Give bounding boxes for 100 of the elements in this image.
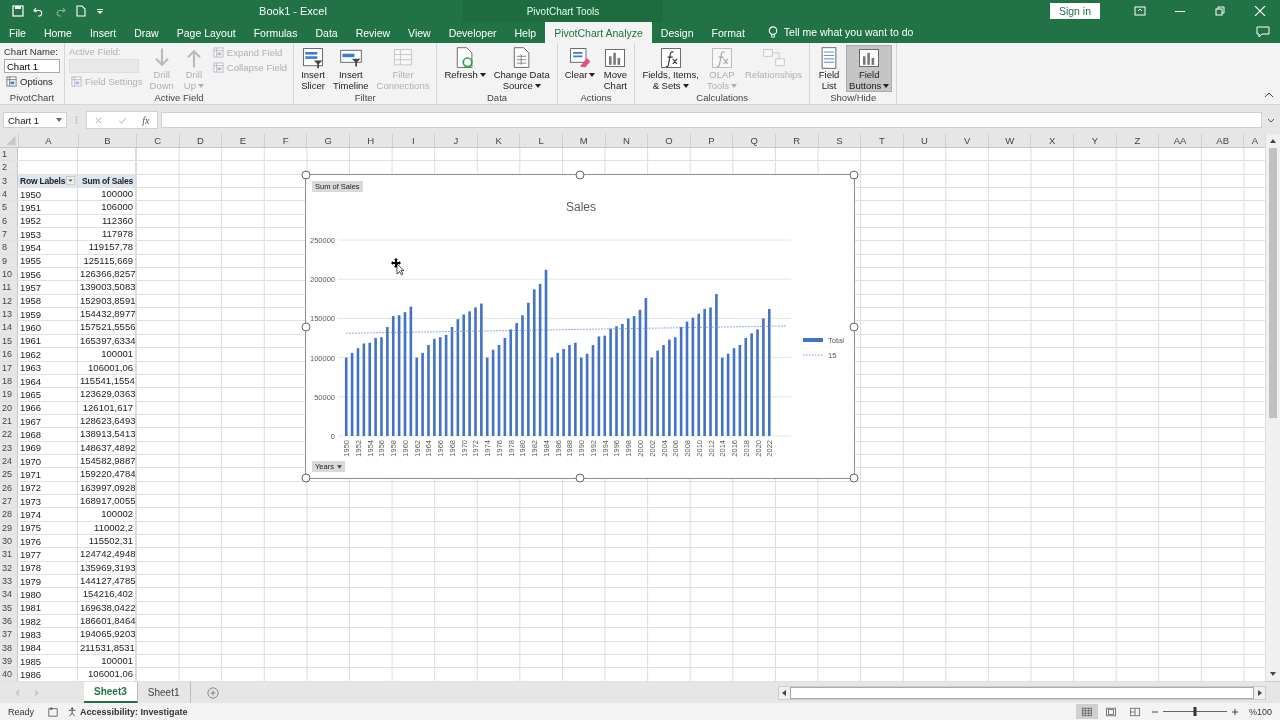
column-header[interactable]: Q <box>732 134 775 147</box>
row-header[interactable]: 4 <box>0 188 18 201</box>
row-header[interactable]: 1 <box>0 148 18 161</box>
zoom-slider-thumb[interactable] <box>1193 707 1197 716</box>
column-header[interactable]: I <box>391 134 435 147</box>
macro-record-icon[interactable] <box>48 706 58 717</box>
resize-handle[interactable] <box>301 170 311 180</box>
resize-handle[interactable] <box>849 170 859 180</box>
column-header[interactable]: S <box>817 134 861 147</box>
row-header[interactable]: 5 <box>0 201 18 214</box>
accessibility-button[interactable]: Accessibility: Investigate <box>68 706 188 717</box>
ribbon-button[interactable]: Clear <box>561 45 599 92</box>
ribbon-tab[interactable]: Design <box>651 22 703 43</box>
ribbon-tab[interactable]: Help <box>505 22 546 43</box>
expand-formula-icon[interactable] <box>1267 117 1275 123</box>
filter-dropdown-icon[interactable] <box>66 176 75 186</box>
column-header[interactable]: F <box>263 134 307 147</box>
ribbon-tab[interactable]: PivotChart Analyze <box>545 22 652 43</box>
row-header[interactable]: 7 <box>0 228 18 241</box>
chart-name-field[interactable]: Chart 1 <box>4 59 60 73</box>
row-header[interactable]: 39 <box>0 655 18 668</box>
ribbon-button[interactable]: Insert Slicer <box>298 45 329 92</box>
save-icon[interactable] <box>12 5 24 17</box>
ribbon-tab[interactable]: Insert <box>80 22 126 43</box>
ribbon-button[interactable]: Move Chart <box>600 45 631 92</box>
column-header[interactable]: E <box>221 134 264 147</box>
ribbon-tab[interactable]: Developer <box>439 22 506 43</box>
ribbon-tab[interactable]: Home <box>34 22 81 43</box>
column-header[interactable]: AB <box>1200 134 1244 147</box>
sheet-tab[interactable]: Sheet3 <box>84 682 138 703</box>
row-header[interactable]: 34 <box>0 588 18 601</box>
ribbon-tab[interactable]: Data <box>306 22 347 43</box>
row-header[interactable]: 8 <box>0 241 18 254</box>
column-header[interactable]: U <box>902 134 946 147</box>
collapse-ribbon-icon[interactable] <box>1264 92 1274 98</box>
customize-icon[interactable] <box>96 7 104 15</box>
column-header[interactable]: T <box>860 134 903 147</box>
column-header[interactable]: AA <box>1158 134 1201 147</box>
ribbon-button[interactable]: Fields, Items, & Sets <box>639 45 702 92</box>
ribbon-button[interactable]: Insert Timeline <box>330 45 372 92</box>
column-header[interactable]: B <box>78 134 136 147</box>
column-header[interactable]: K <box>476 134 520 147</box>
row-header[interactable]: 33 <box>0 575 18 588</box>
column-header[interactable]: D <box>178 134 222 147</box>
close-icon[interactable] <box>1254 6 1266 16</box>
ribbon-tab[interactable]: Formulas <box>244 22 307 43</box>
name-box[interactable]: Chart 1 <box>3 112 67 128</box>
row-header[interactable]: 37 <box>0 628 18 641</box>
scroll-thumb[interactable] <box>790 686 1254 699</box>
column-header[interactable]: Y <box>1073 134 1116 147</box>
ribbon-tab[interactable]: Review <box>346 22 400 43</box>
ribbon-tab[interactable]: Page Layout <box>167 22 245 43</box>
row-header[interactable]: 36 <box>0 615 18 628</box>
ribbon-button[interactable]: Change Data Source <box>490 45 553 92</box>
resize-handle[interactable] <box>849 322 859 331</box>
add-sheet-icon[interactable] <box>206 686 219 699</box>
vertical-scrollbar[interactable] <box>1265 134 1280 681</box>
column-header[interactable]: C <box>136 134 179 147</box>
ribbon-button[interactable]: Options <box>4 75 60 88</box>
resize-handle[interactable] <box>575 170 585 180</box>
ribbon-button[interactable]: Field List <box>814 45 845 92</box>
tell-me-search[interactable]: Tell me what you want to do <box>783 26 914 38</box>
column-header[interactable]: V <box>945 134 988 147</box>
row-header[interactable]: 2 <box>0 161 18 174</box>
scroll-thumb[interactable] <box>1269 148 1278 418</box>
restore-icon[interactable] <box>1214 6 1226 16</box>
comment-icon[interactable] <box>1256 26 1270 38</box>
row-header[interactable]: 10 <box>0 268 18 281</box>
ribbon-button[interactable]: Refresh <box>441 45 489 92</box>
row-header[interactable]: 31 <box>0 548 18 561</box>
row-header[interactable]: 19 <box>0 388 18 401</box>
ribbon-tab[interactable]: File <box>0 22 35 43</box>
column-header[interactable]: O <box>647 134 690 147</box>
column-header[interactable]: H <box>348 134 392 147</box>
resize-handle[interactable] <box>849 473 859 483</box>
column-header[interactable]: L <box>519 134 562 147</box>
column-header[interactable]: Z <box>1115 134 1159 147</box>
column-header[interactable]: J <box>434 134 477 147</box>
row-header[interactable]: 13 <box>0 308 18 321</box>
row-header[interactable]: 25 <box>0 468 18 481</box>
row-header[interactable]: 11 <box>0 281 18 294</box>
resize-handle[interactable] <box>575 473 585 483</box>
column-header[interactable]: N <box>604 134 648 147</box>
ribbon-display-icon[interactable] <box>1134 6 1146 16</box>
ribbon-tab[interactable]: Draw <box>125 22 168 43</box>
column-header[interactable]: W <box>987 134 1031 147</box>
row-header[interactable]: 28 <box>0 508 18 521</box>
column-header[interactable]: A <box>18 134 78 147</box>
column-header[interactable]: P <box>689 134 733 147</box>
new-document-icon[interactable] <box>75 5 87 17</box>
insert-function-button[interactable]: fx <box>142 114 150 126</box>
formula-field[interactable] <box>161 112 1262 128</box>
column-header[interactable]: G <box>306 134 349 147</box>
row-header[interactable]: 40 <box>0 668 18 681</box>
undo-icon[interactable] <box>33 5 45 17</box>
row-header[interactable]: 16 <box>0 348 18 361</box>
zoom-in-icon[interactable] <box>1230 707 1239 716</box>
redo-icon[interactable] <box>54 5 66 17</box>
row-header[interactable]: 14 <box>0 321 18 334</box>
zoom-level[interactable]: %100 <box>1248 706 1272 717</box>
